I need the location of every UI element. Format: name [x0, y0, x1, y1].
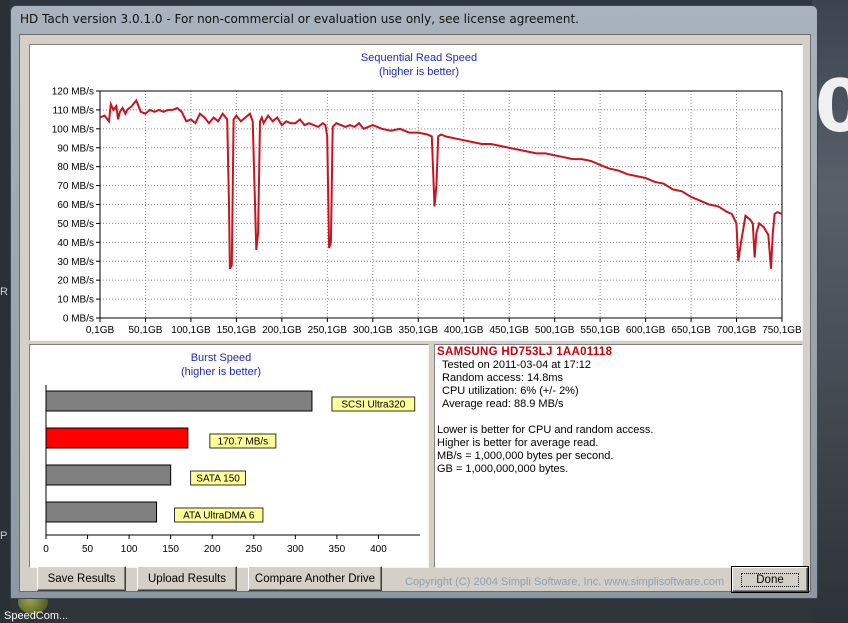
burst-bar	[45, 501, 158, 523]
y-tick-label: 60 MB/s	[57, 200, 94, 211]
burst-bar-label: ATA UltraDMA 6	[183, 511, 255, 522]
hdtach-window: HD Tach version 3.0.1.0 - For non-commer…	[10, 5, 818, 599]
test-date: Tested on 2011-03-04 at 17:12	[442, 359, 592, 371]
burst-subtitle: (higher is better)	[181, 366, 261, 378]
y-tick-label: 90 MB/s	[57, 143, 94, 154]
burst-x-tick-label: 200	[204, 544, 221, 555]
y-tick-label: 0 MB/s	[63, 314, 94, 325]
burst-x-tick-label: 0	[43, 544, 49, 555]
burst-x-tick-label: 100	[121, 544, 138, 555]
title-bar[interactable]: HD Tach version 3.0.1.0 - For non-commer…	[11, 6, 817, 32]
burst-x-tick-label: 250	[245, 544, 262, 555]
burst-speed-panel: Burst Speed (higher is better) 0 50 100 150…	[29, 344, 429, 568]
desktop-big-glyph: 0	[815, 64, 848, 148]
desktop-glyph: P	[0, 530, 8, 542]
x-tick-label: 550,1GB	[580, 325, 620, 336]
x-tick-label: 700,1GB	[717, 325, 757, 336]
done-button[interactable]: Done	[731, 566, 809, 593]
save-results-button[interactable]: Save Results	[37, 566, 126, 591]
burst-bar	[45, 427, 189, 449]
y-tick-label: 30 MB/s	[57, 257, 94, 268]
desktop-glyph: R	[0, 286, 8, 298]
x-tick-label: 50,1GB	[129, 325, 163, 336]
copyright-text: Copyright (C) 2004 Simpli Software, Inc.…	[405, 576, 725, 588]
sequential-read-panel: Sequential Read Speed (higher is better)…	[29, 44, 803, 341]
window-client: Sequential Read Speed (higher is better)…	[19, 34, 811, 593]
upload-results-button[interactable]: Upload Results	[137, 566, 237, 591]
y-tick-label: 100 MB/s	[52, 124, 94, 135]
info-note: Higher is better for average read.	[437, 437, 599, 449]
x-tick-label: 750,1GB	[762, 325, 802, 336]
average-read: Average read: 88.9 MB/s	[442, 398, 564, 410]
burst-x-tick-label: 400	[370, 544, 387, 555]
x-tick-label: 100,1GB	[171, 325, 211, 336]
burst-bar	[45, 390, 313, 412]
x-tick-label: 250,1GB	[308, 325, 348, 336]
burst-x-tick-label: 150	[162, 544, 179, 555]
burst-bar-label: SATA 150	[196, 474, 240, 485]
y-tick-label: 120 MB/s	[52, 87, 94, 98]
y-tick-label: 10 MB/s	[57, 295, 94, 306]
y-tick-label: 80 MB/s	[57, 162, 94, 173]
x-tick-label: 300,1GB	[353, 325, 393, 336]
x-tick-label: 650,1GB	[671, 325, 711, 336]
burst-x-tick-label: 300	[287, 544, 304, 555]
burst-x-tick-label: 50	[82, 544, 94, 555]
cpu-utilization: CPU utilization: 6% (+/- 2%)	[442, 385, 579, 397]
burst-x-tick-label: 350	[329, 544, 346, 555]
burst-bar-label: 170.7 MB/s	[218, 437, 269, 448]
x-tick-label: 450,1GB	[489, 325, 529, 336]
y-tick-label: 40 MB/s	[57, 238, 94, 249]
x-tick-label: 400,1GB	[444, 325, 484, 336]
window-title: HD Tach version 3.0.1.0 - For non-commer…	[20, 12, 579, 26]
burst-speed-chart: Burst Speed (higher is better) 0 50 100 150…	[43, 352, 420, 555]
drive-info-panel: SAMSUNG HD753LJ 1AA01118 Tested on 2011-…	[434, 344, 803, 568]
sequential-read-chart: Sequential Read Speed (higher is better)…	[52, 52, 802, 336]
burst-bar	[45, 464, 172, 486]
compare-another-drive-button[interactable]: Compare Another Drive	[248, 566, 382, 591]
x-tick-label: 200,1GB	[262, 325, 302, 336]
x-tick-label: 150,1GB	[217, 325, 257, 336]
y-tick-label: 110 MB/s	[53, 105, 95, 116]
info-note: MB/s = 1,000,000 bytes per second.	[437, 450, 614, 462]
read-speed-series	[99, 98, 783, 270]
burst-title: Burst Speed	[191, 352, 252, 364]
drive-model: SAMSUNG HD753LJ 1AA01118	[437, 346, 613, 358]
y-tick-label: 70 MB/s	[57, 181, 94, 192]
chart-subtitle: (higher is better)	[379, 66, 459, 78]
desktop-icon-label[interactable]: SpeedCom...	[4, 610, 68, 622]
burst-bar-label: SCSI Ultra320	[341, 400, 405, 411]
y-tick-label: 20 MB/s	[57, 276, 94, 287]
info-note: GB = 1,000,000,000 bytes.	[437, 463, 569, 475]
x-tick-label: 0,1GB	[86, 325, 115, 336]
x-tick-label: 600,1GB	[626, 325, 666, 336]
x-tick-label: 500,1GB	[535, 325, 575, 336]
y-tick-label: 50 MB/s	[57, 219, 94, 230]
info-note: Lower is better for CPU and random acces…	[437, 424, 654, 436]
chart-title: Sequential Read Speed	[361, 52, 477, 64]
random-access: Random access: 14.8ms	[442, 372, 564, 384]
x-tick-label: 350,1GB	[399, 325, 439, 336]
